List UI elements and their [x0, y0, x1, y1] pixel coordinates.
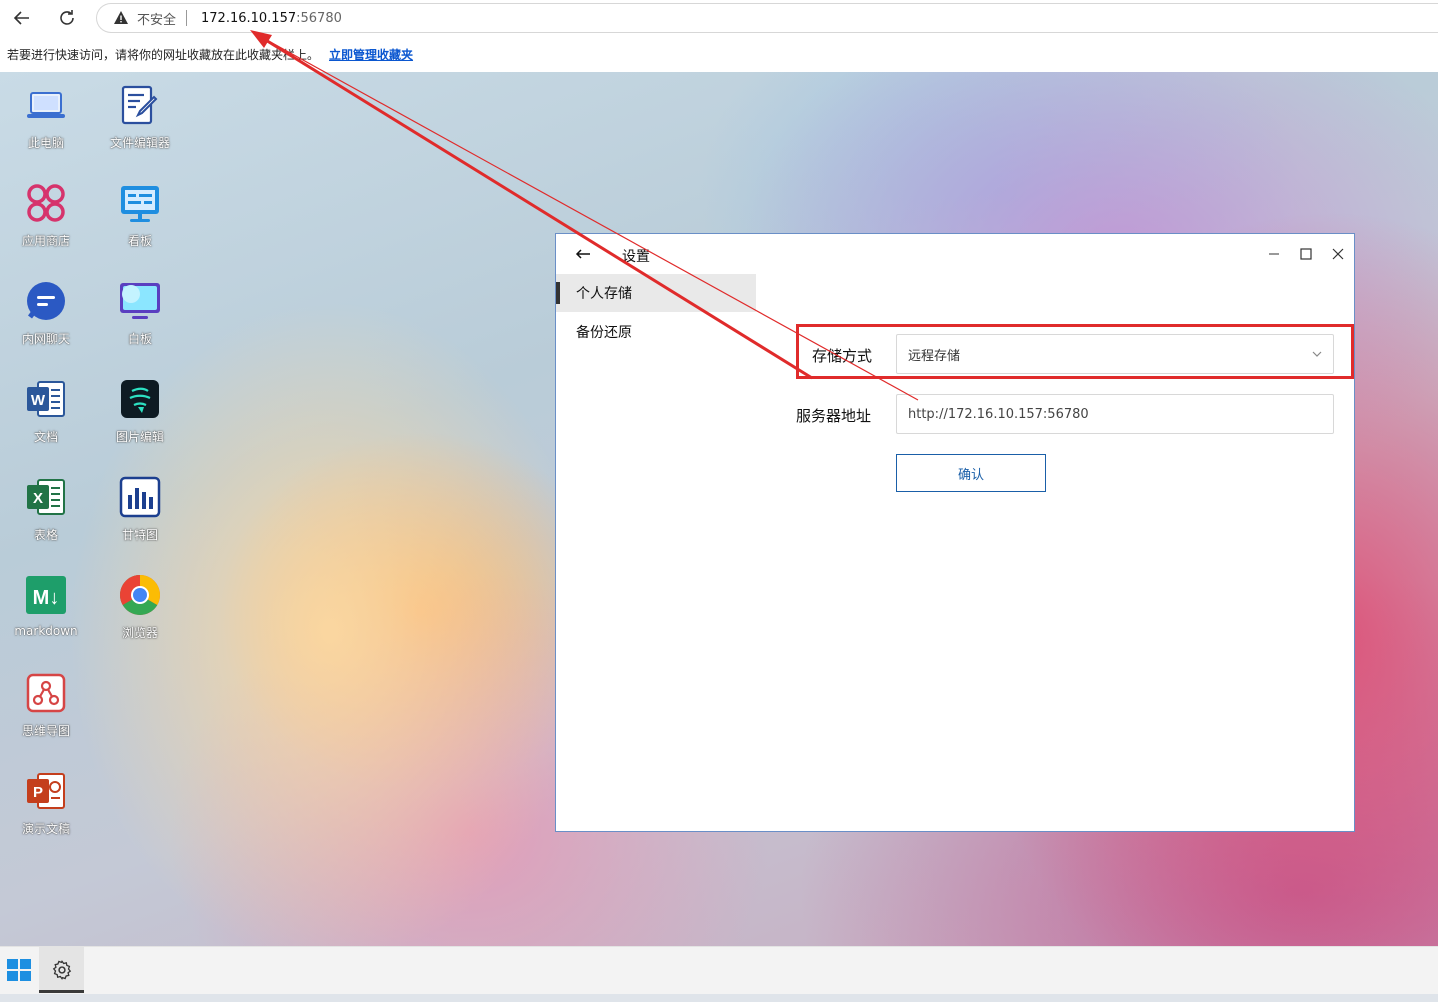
manage-favorites-link[interactable]: 立即管理收藏夹 [329, 46, 413, 63]
whiteboard-icon [120, 283, 160, 319]
markdown-icon: M↓ [26, 576, 66, 614]
icon-label: 甘特图 [121, 528, 158, 542]
favorites-hint: 若要进行快速访问，请将你的网址收藏放在此收藏夹栏上。 [7, 47, 320, 62]
refresh-button[interactable] [53, 4, 81, 32]
icon-label: 表格 [33, 528, 58, 542]
server-address-input[interactable] [896, 394, 1334, 434]
svg-text:X: X [33, 490, 43, 507]
taskbar-settings-app[interactable] [39, 947, 84, 993]
desktop-icon-kanban[interactable]: 看板 [100, 180, 180, 270]
svg-text:W: W [31, 392, 46, 409]
warning-icon [114, 11, 128, 24]
desktop-icon-browser[interactable]: 浏览器 [100, 572, 180, 662]
app-store-icon [27, 184, 65, 222]
icon-label: 文档 [33, 430, 58, 444]
window-title: 设置 [622, 249, 650, 265]
desktop-icon-whiteboard[interactable]: 白板 [100, 278, 180, 368]
security-label: 不安全 [137, 12, 177, 28]
icon-label: 看板 [127, 234, 152, 248]
image-editor-icon [121, 380, 159, 418]
storage-method-label: 存储方式 [812, 347, 873, 365]
window-titlebar[interactable]: 设置 [556, 234, 1354, 274]
window-bottom-strip [0, 994, 1438, 1002]
back-button[interactable] [8, 4, 36, 32]
sidebar-item-label: 备份还原 [576, 325, 632, 341]
icon-label: 白板 [127, 332, 152, 346]
confirm-button[interactable]: 确认 [896, 454, 1046, 492]
desktop-icon-ppt[interactable]: P 演示文稿 [6, 768, 86, 858]
desktop-icon-gantt[interactable]: 甘特图 [100, 474, 180, 564]
svg-text:P: P [33, 784, 43, 801]
sidebar-item-backup-restore[interactable]: 备份还原 [556, 313, 756, 351]
laptop-icon [27, 92, 65, 118]
sidebar-item-personal-storage[interactable]: 个人存储 [556, 274, 756, 312]
gantt-icon [119, 476, 161, 518]
svg-text:M↓: M↓ [33, 587, 60, 609]
sidebar-item-label: 个人存储 [576, 286, 632, 302]
windows-start-icon[interactable] [4, 955, 34, 985]
desktop-icon-word[interactable]: W 文档 [6, 376, 86, 466]
favorites-bar: 若要进行快速访问，请将你的网址收藏放在此收藏夹栏上。 立即管理收藏夹 [0, 36, 1438, 72]
desktop-icon-mindmap[interactable]: 思维导图 [6, 670, 86, 760]
url-port: :56780 [296, 10, 342, 26]
desktop-icon-excel[interactable]: X 表格 [6, 474, 86, 564]
desktop-icon-markdown[interactable]: M↓ markdown [6, 572, 86, 662]
confirm-button-label: 确认 [957, 467, 984, 483]
kanban-icon [121, 186, 159, 222]
minimize-button[interactable] [1262, 244, 1286, 264]
icon-label: 演示文稿 [21, 822, 70, 836]
arrow-left-icon [13, 11, 29, 25]
desktop-icon-file-editor[interactable]: 文件编辑器 [100, 82, 180, 172]
icon-label: 思维导图 [21, 724, 70, 738]
chrome-icon [120, 575, 160, 615]
close-icon [1332, 248, 1344, 260]
address-divider [186, 10, 188, 26]
arrow-left-icon[interactable] [574, 246, 592, 262]
mindmap-icon [26, 673, 66, 713]
icon-label: 图片编辑 [115, 430, 164, 444]
minimize-icon [1269, 253, 1279, 255]
icon-label: 应用商店 [21, 234, 70, 248]
icon-label: 此电脑 [27, 136, 64, 150]
ppt-icon: P [27, 773, 65, 809]
close-button[interactable] [1326, 244, 1350, 264]
icon-label: 浏览器 [121, 626, 158, 640]
url-host: 172.16.10.157 [201, 10, 297, 26]
storage-method-value: 远程存储 [908, 348, 961, 364]
security-indicator[interactable]: 不安全 [113, 9, 176, 28]
browser-toolbar: 不安全 172.16.10.157:56780 [0, 0, 1438, 36]
excel-icon: X [27, 479, 65, 515]
storage-method-select[interactable]: 远程存储 [896, 334, 1334, 374]
gear-icon [52, 960, 71, 980]
icon-label: 文件编辑器 [109, 136, 170, 150]
desktop-icon-image-editor[interactable]: 图片编辑 [100, 376, 180, 466]
refresh-icon [60, 10, 74, 25]
chat-icon [27, 282, 65, 320]
icon-label: 内网聊天 [21, 332, 70, 346]
maximize-icon [1300, 248, 1312, 260]
maximize-button[interactable] [1294, 244, 1318, 264]
desktop-icon-this-pc[interactable]: 此电脑 [6, 82, 86, 172]
desktop-icon-chat[interactable]: 内网聊天 [6, 278, 86, 368]
address-bar[interactable]: 不安全 172.16.10.157:56780 [96, 3, 1438, 33]
word-icon: W [27, 381, 65, 417]
server-address-label: 服务器地址 [796, 407, 872, 425]
settings-window: 设置 个人存储 备份还原 存储方式 远程存储 服务器地址 确认 [555, 233, 1355, 832]
chevron-down-icon [1312, 351, 1322, 357]
taskbar [0, 946, 1438, 994]
icon-label: markdown [14, 624, 78, 638]
desktop-icon-app-store[interactable]: 应用商店 [6, 180, 86, 270]
file-editor-icon [121, 85, 158, 125]
